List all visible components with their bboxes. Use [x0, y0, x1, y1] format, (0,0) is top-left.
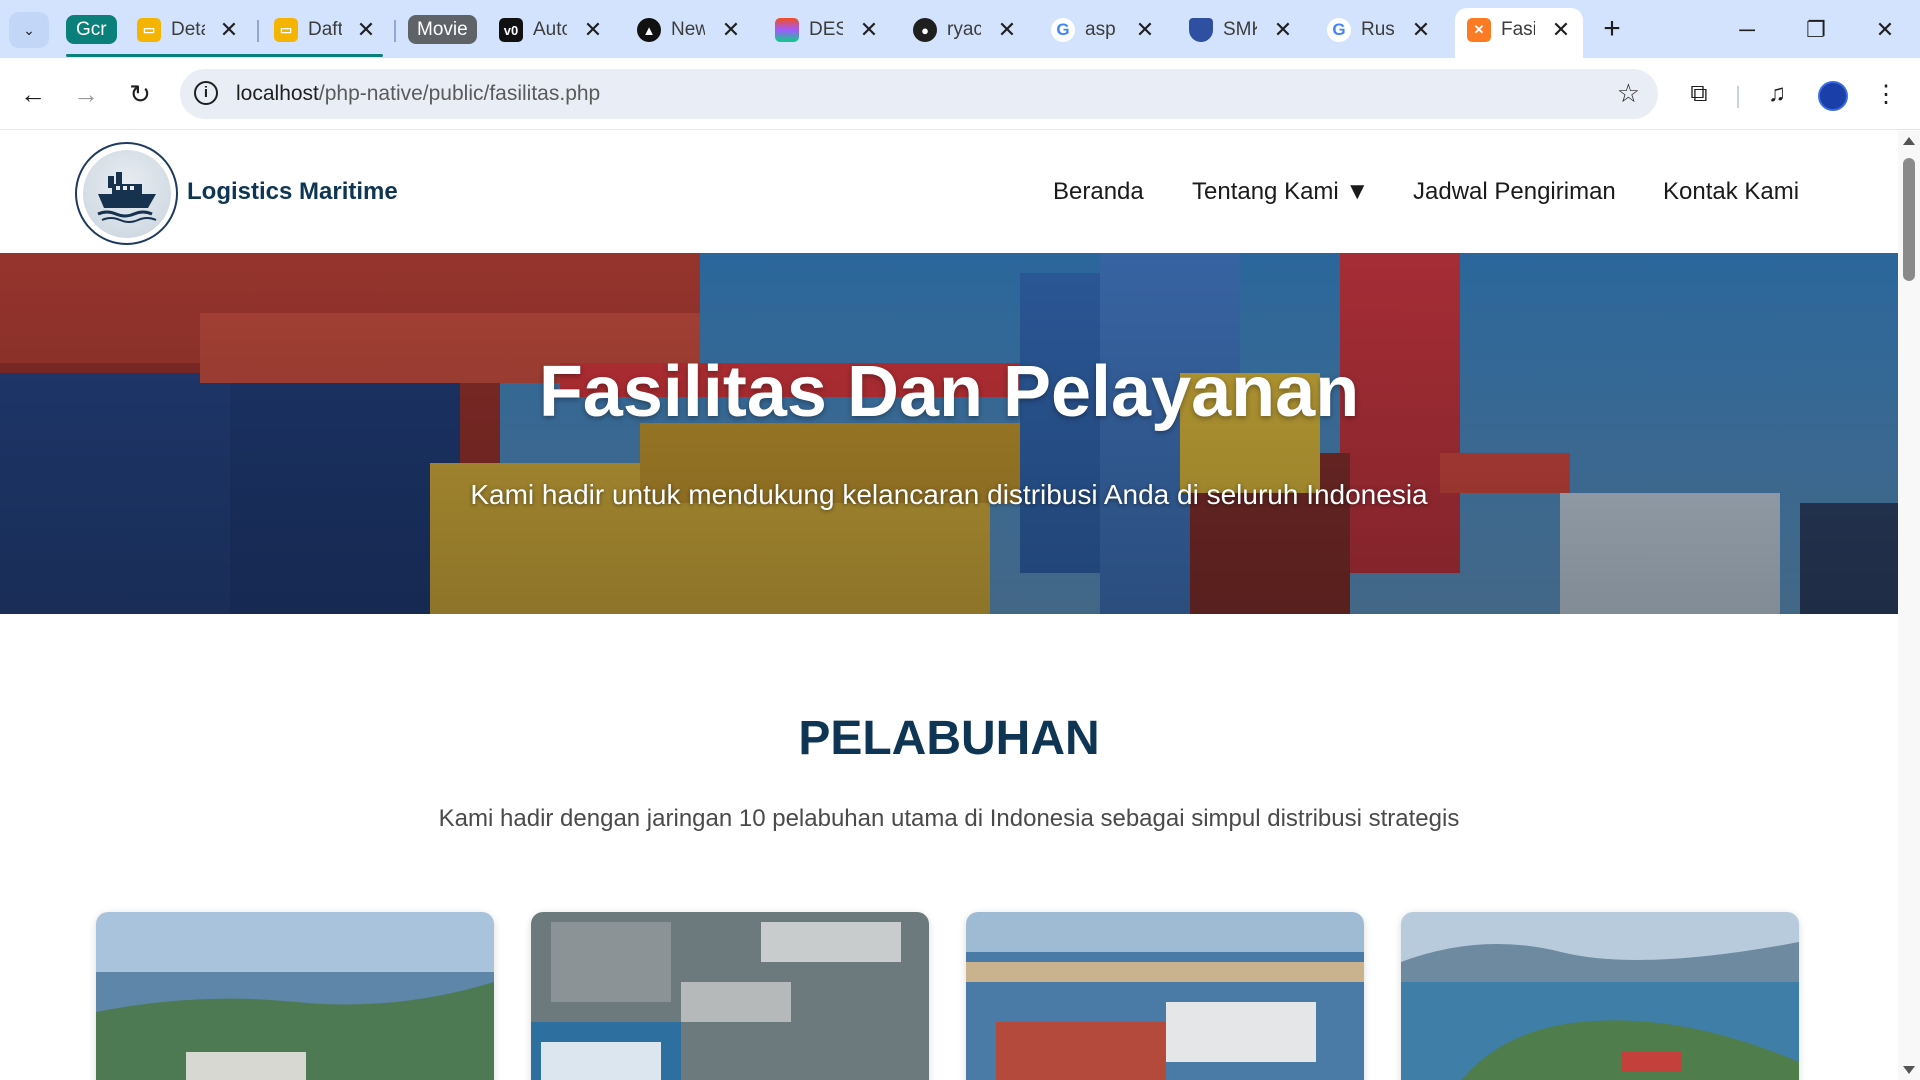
triangle-logo-icon: ▲ [637, 18, 661, 42]
scroll-up-arrow-icon[interactable] [1903, 137, 1915, 145]
port-image-2 [531, 912, 929, 1080]
section-title-pelabuhan: PELABUHAN [798, 712, 1100, 765]
browser-tab[interactable]: ▭ Daft ✕ [274, 8, 379, 52]
tab-group-underline [66, 54, 383, 57]
site-info-icon[interactable]: i [194, 81, 218, 105]
tab-title: DES [809, 19, 843, 40]
section-description: Kami hadir dengan jaringan 10 pelabuhan … [438, 805, 1460, 832]
browser-toolbar: ← → ↻ i localhost/php-native/public/fasi… [0, 58, 1920, 130]
close-icon[interactable]: ✕ [994, 17, 1020, 43]
tab-title: asp [1085, 19, 1116, 40]
close-icon[interactable]: ✕ [1408, 17, 1434, 43]
reload-button[interactable]: ↻ [122, 76, 158, 112]
port-image-1 [96, 912, 494, 1080]
restore-icon[interactable]: ❐ [1796, 12, 1836, 48]
close-window-icon[interactable]: ✕ [1865, 12, 1905, 48]
github-icon: ● [913, 18, 937, 42]
close-icon[interactable]: ✕ [856, 17, 882, 43]
port-card-2[interactable] [531, 912, 929, 1080]
nav-kontak-kami[interactable]: Kontak Kami [1663, 178, 1799, 206]
browser-tab[interactable]: ● ryac ✕ [913, 8, 1020, 52]
browser-tab[interactable]: DES ✕ [775, 8, 882, 52]
browser-tab[interactable]: SMK ✕ [1189, 8, 1296, 52]
figma-icon [775, 18, 799, 42]
tab-title: Fasi [1501, 19, 1535, 40]
url-path: /php-native/public/fasilitas.php [318, 82, 601, 105]
close-icon[interactable]: ✕ [1548, 17, 1574, 43]
xampp-icon: ✕ [1467, 18, 1491, 42]
port-card-3[interactable] [966, 912, 1364, 1080]
tab-title: Daft [308, 19, 342, 40]
menu-kebab-icon[interactable]: ⋮ [1868, 76, 1904, 112]
browser-tab[interactable]: G Rus ✕ [1327, 8, 1434, 52]
browser-tab-active[interactable]: ✕ Fasi ✕ [1467, 8, 1574, 52]
bookmark-star-icon[interactable]: ☆ [1617, 78, 1640, 109]
extensions-icon[interactable]: ⧉ [1681, 76, 1717, 112]
port-card-4[interactable] [1401, 912, 1799, 1080]
toolbar-divider [1737, 86, 1739, 108]
minimize-icon[interactable]: ─ [1727, 12, 1767, 48]
brand-name[interactable]: Logistics Maritime [187, 178, 398, 206]
page-viewport: Logistics Maritime Beranda Tentang Kami … [0, 131, 1898, 1080]
tab-title: Rus [1361, 19, 1395, 40]
tab-title: New [671, 19, 705, 40]
hero-subtitle: Kami hadir untuk mendukung kelancaran di… [470, 479, 1428, 510]
scrollbar-thumb[interactable] [1903, 158, 1915, 281]
tab-title: SMK [1223, 19, 1257, 40]
ship-icon [82, 149, 171, 238]
back-button[interactable]: ← [15, 76, 51, 112]
nav-beranda[interactable]: Beranda [1053, 178, 1144, 206]
profile-avatar[interactable] [1818, 81, 1848, 111]
close-icon[interactable]: ✕ [580, 17, 606, 43]
close-icon[interactable]: ✕ [1132, 17, 1158, 43]
nav-tentang-kami-dropdown[interactable]: Tentang Kami ▼ [1192, 178, 1369, 206]
v0-icon: v0 [499, 18, 523, 42]
browser-tab[interactable]: G asp ✕ [1051, 8, 1158, 52]
hero-banner: Fasilitas Dan Pelayanan Kami hadir untuk… [0, 253, 1898, 614]
browser-tab[interactable]: ▭ Deta ✕ [137, 8, 242, 52]
tab-group-chip-movie[interactable]: Movie [408, 15, 477, 44]
tab-group-chip-gcr[interactable]: Gcr [66, 15, 117, 44]
tab-divider [257, 20, 259, 42]
forward-button[interactable]: → [68, 76, 104, 112]
media-controls-icon[interactable]: ♫ [1759, 76, 1795, 112]
url-text[interactable]: localhost/php-native/public/fasilitas.ph… [236, 82, 600, 106]
browser-tab[interactable]: ▲ New ✕ [637, 8, 744, 52]
browser-tab[interactable]: v0 Auto ✕ [499, 8, 606, 52]
tab-title: ryac [947, 19, 981, 40]
site-header: Logistics Maritime Beranda Tentang Kami … [0, 131, 1898, 253]
close-icon[interactable]: ✕ [718, 17, 744, 43]
scroll-down-arrow-icon[interactable] [1903, 1066, 1915, 1074]
tab-title: Auto [533, 19, 567, 40]
address-bar[interactable]: i localhost/php-native/public/fasilitas.… [180, 69, 1658, 119]
new-tab-button[interactable]: + [1596, 14, 1628, 46]
tab-divider [394, 20, 396, 42]
shield-icon [1189, 18, 1213, 42]
browser-tab-strip: ⌄ Gcr ▭ Deta ✕ ▭ Daft ✕ Movie v0 Auto ✕ … [0, 0, 1920, 58]
google-icon: G [1051, 18, 1075, 42]
site-logo[interactable] [75, 142, 178, 245]
close-icon[interactable]: ✕ [216, 17, 242, 43]
url-host: localhost [236, 82, 319, 105]
port-image-3 [966, 912, 1364, 1080]
tab-search-button[interactable]: ⌄ [9, 12, 49, 48]
hero-title: Fasilitas Dan Pelayanan [538, 352, 1360, 432]
slides-icon: ▭ [274, 18, 298, 42]
port-card-1[interactable] [96, 912, 494, 1080]
tab-title: Deta [171, 19, 205, 40]
close-icon[interactable]: ✕ [353, 17, 379, 43]
port-image-4 [1401, 912, 1799, 1080]
slides-icon: ▭ [137, 18, 161, 42]
nav-jadwal-pengiriman[interactable]: Jadwal Pengiriman [1413, 178, 1616, 206]
google-icon: G [1327, 18, 1351, 42]
page-scrollbar[interactable] [1898, 131, 1920, 1080]
close-icon[interactable]: ✕ [1270, 17, 1296, 43]
hero-port-image [0, 253, 1898, 614]
